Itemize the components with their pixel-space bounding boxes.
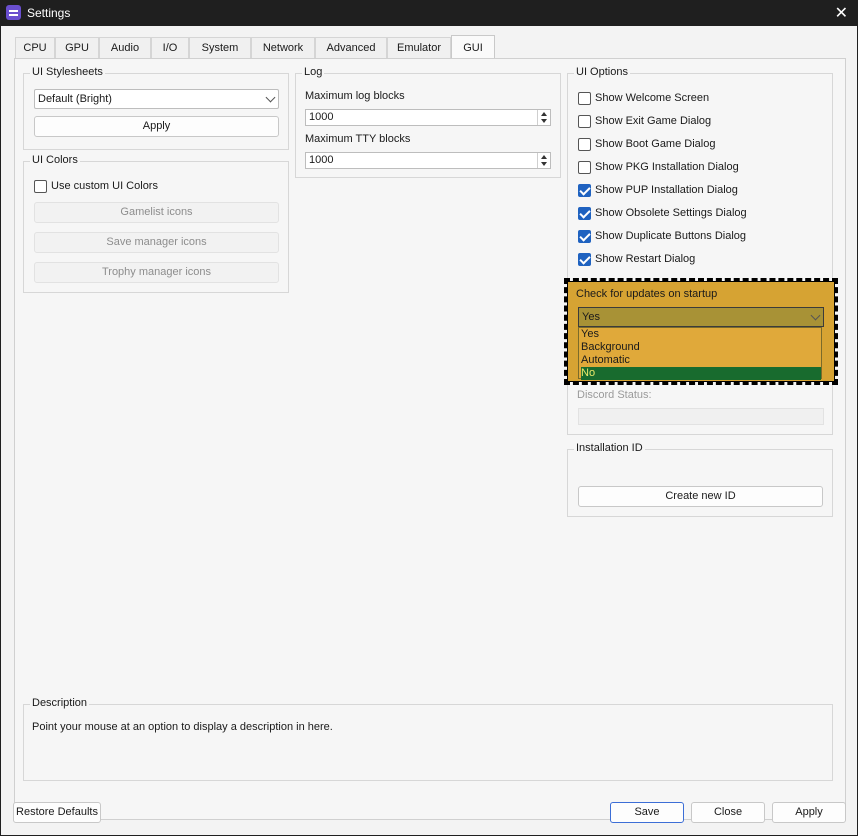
description-title: Description — [30, 697, 90, 709]
checkbox-box — [578, 138, 591, 151]
max-log-blocks-spinbox[interactable]: 1000 — [305, 109, 551, 126]
update-option-automatic[interactable]: Automatic — [581, 354, 821, 367]
tab-system[interactable]: System — [189, 37, 251, 59]
title-bar: Settings ✕ — [0, 0, 858, 26]
checkbox-label: Show Welcome Screen — [595, 92, 710, 104]
max-tty-blocks-spinbox[interactable]: 1000 — [305, 152, 551, 169]
checkbox-checked — [578, 230, 591, 243]
show-duplicate-buttons-dialog-checkbox[interactable]: Show Duplicate Buttons Dialog — [578, 229, 818, 245]
installation-id-group: Installation ID Create new ID — [567, 442, 833, 517]
checkbox-box — [34, 180, 47, 193]
checkbox-box — [578, 92, 591, 105]
tab-cpu[interactable]: CPU — [15, 37, 55, 59]
update-option-background[interactable]: Background — [581, 341, 821, 354]
check-updates-dropdown-list: Yes Background Automatic No — [578, 327, 822, 380]
restore-defaults-button[interactable]: Restore Defaults — [13, 802, 101, 823]
discord-status-label: Discord Status: — [577, 389, 652, 401]
spin-arrows-icon[interactable] — [537, 153, 550, 168]
show-restart-dialog-checkbox[interactable]: Show Restart Dialog — [578, 252, 818, 268]
gamelist-icons-button[interactable]: Gamelist icons — [34, 202, 279, 223]
tab-io[interactable]: I/O — [151, 37, 189, 59]
custom-ui-colors-checkbox[interactable]: Use custom UI Colors — [34, 179, 234, 195]
save-button[interactable]: Save — [610, 802, 684, 823]
max-tty-blocks-label: Maximum TTY blocks — [305, 133, 411, 145]
checkbox-label: Show PUP Installation Dialog — [595, 184, 738, 196]
tab-emulator[interactable]: Emulator — [387, 37, 451, 59]
description-text: Point your mouse at an option to display… — [32, 721, 333, 733]
settings-dialog: CPU GPU Audio I/O System Network Advance… — [1, 26, 857, 835]
ui-colors-group: UI Colors Use custom UI Colors Gamelist … — [23, 154, 289, 293]
check-updates-label: Check for updates on startup — [576, 288, 718, 300]
close-button[interactable]: Close — [691, 802, 765, 823]
tab-gui[interactable]: GUI — [451, 35, 495, 60]
checkbox-checked — [578, 184, 591, 197]
max-log-blocks-value: 1000 — [309, 111, 334, 123]
show-boot-game-dialog-checkbox[interactable]: Show Boot Game Dialog — [578, 137, 818, 153]
chevron-down-icon — [810, 310, 821, 321]
stylesheet-apply-button[interactable]: Apply — [34, 116, 279, 137]
show-pup-installation-dialog-checkbox[interactable]: Show PUP Installation Dialog — [578, 183, 818, 199]
checkbox-label: Show Boot Game Dialog — [595, 138, 716, 150]
tab-audio[interactable]: Audio — [99, 37, 151, 59]
check-updates-selected: Yes — [582, 311, 600, 323]
tab-advanced[interactable]: Advanced — [315, 37, 387, 59]
log-group: Log Maximum log blocks 1000 Maximum TTY … — [295, 66, 561, 178]
checkbox-checked — [578, 253, 591, 266]
trophy-manager-icons-button[interactable]: Trophy manager icons — [34, 262, 279, 283]
ui-options-group: UI Options Show Welcome Screen Show Exit… — [567, 66, 833, 301]
app-icon — [6, 5, 21, 20]
installation-id-title: Installation ID — [574, 442, 645, 454]
description-group: Description Point your mouse at an optio… — [23, 697, 833, 781]
show-exit-game-dialog-checkbox[interactable]: Show Exit Game Dialog — [578, 114, 818, 130]
check-updates-highlight: Check for updates on startup Yes Yes Bac… — [564, 278, 838, 385]
tab-gpu[interactable]: GPU — [55, 37, 99, 59]
check-updates-select[interactable]: Yes — [578, 307, 824, 327]
chevron-down-icon — [265, 92, 276, 103]
checkbox-label: Show Restart Dialog — [595, 253, 696, 265]
checkbox-box — [578, 161, 591, 174]
checkbox-label: Show Exit Game Dialog — [595, 115, 712, 127]
create-new-id-button[interactable]: Create new ID — [578, 486, 823, 507]
show-welcome-screen-checkbox[interactable]: Show Welcome Screen — [578, 91, 818, 107]
log-title: Log — [302, 66, 325, 78]
ui-stylesheets-title: UI Stylesheets — [30, 66, 105, 78]
checkbox-label: Show Duplicate Buttons Dialog — [595, 230, 747, 242]
save-manager-icons-button[interactable]: Save manager icons — [34, 232, 279, 253]
tab-network[interactable]: Network — [251, 37, 315, 59]
ui-stylesheets-group: UI Stylesheets Default (Bright) Apply — [23, 66, 289, 150]
stylesheet-selected: Default (Bright) — [38, 93, 112, 105]
checkbox-label: Show PKG Installation Dialog — [595, 161, 739, 173]
custom-ui-colors-label: Use custom UI Colors — [51, 180, 158, 192]
update-option-no[interactable]: No — [581, 367, 821, 380]
stylesheet-select[interactable]: Default (Bright) — [34, 89, 279, 109]
show-pkg-installation-dialog-checkbox[interactable]: Show PKG Installation Dialog — [578, 160, 818, 176]
update-option-yes[interactable]: Yes — [581, 328, 821, 341]
checkbox-label: Show Obsolete Settings Dialog — [595, 207, 747, 219]
close-window-icon[interactable]: ✕ — [835, 3, 848, 23]
apply-button[interactable]: Apply — [772, 802, 846, 823]
spin-arrows-icon[interactable] — [537, 110, 550, 125]
checkbox-box — [578, 115, 591, 128]
max-log-blocks-label: Maximum log blocks — [305, 90, 405, 102]
show-obsolete-settings-dialog-checkbox[interactable]: Show Obsolete Settings Dialog — [578, 206, 818, 222]
window-title: Settings — [27, 6, 71, 20]
discord-status-input[interactable] — [578, 408, 824, 425]
max-tty-blocks-value: 1000 — [309, 154, 334, 166]
checkbox-checked — [578, 207, 591, 220]
ui-colors-title: UI Colors — [30, 154, 80, 166]
ui-options-title: UI Options — [574, 66, 630, 78]
